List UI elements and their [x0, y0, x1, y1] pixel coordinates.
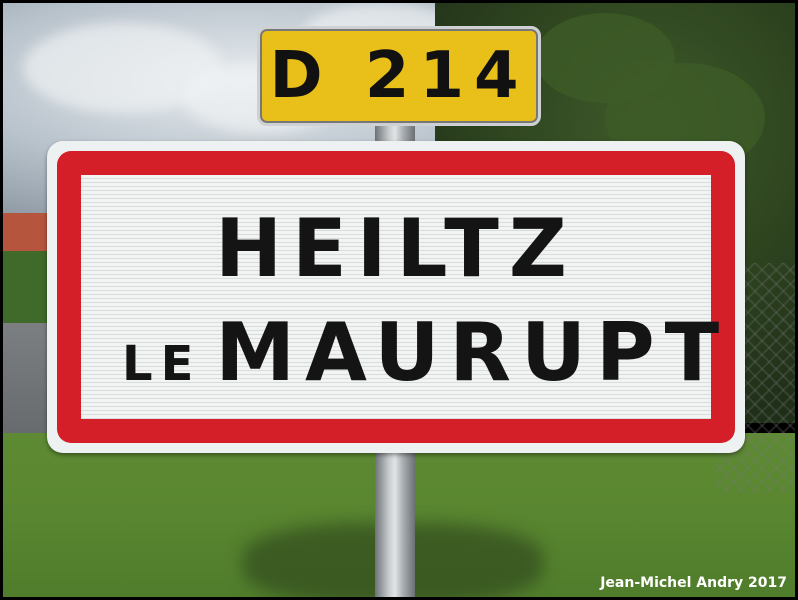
photo-credit: Jean-Michel Andry 2017: [600, 575, 787, 591]
town-name-line1: HEILTZ: [215, 202, 577, 295]
town-name-article: LE: [122, 336, 202, 392]
road-number: D 214: [269, 39, 529, 113]
photo-frame: D 214 HEILTZ LE MAURUPT Jean-Michel Andry…: [0, 0, 798, 600]
road-number-plate: D 214: [257, 26, 541, 126]
photo: D 214 HEILTZ LE MAURUPT Jean-Michel Andry…: [3, 3, 795, 597]
town-name-line2: LE MAURUPT: [122, 313, 729, 393]
town-name-main: MAURUPT: [215, 306, 730, 399]
house: [3, 213, 51, 253]
town-entry-sign: HEILTZ LE MAURUPT: [47, 141, 745, 453]
